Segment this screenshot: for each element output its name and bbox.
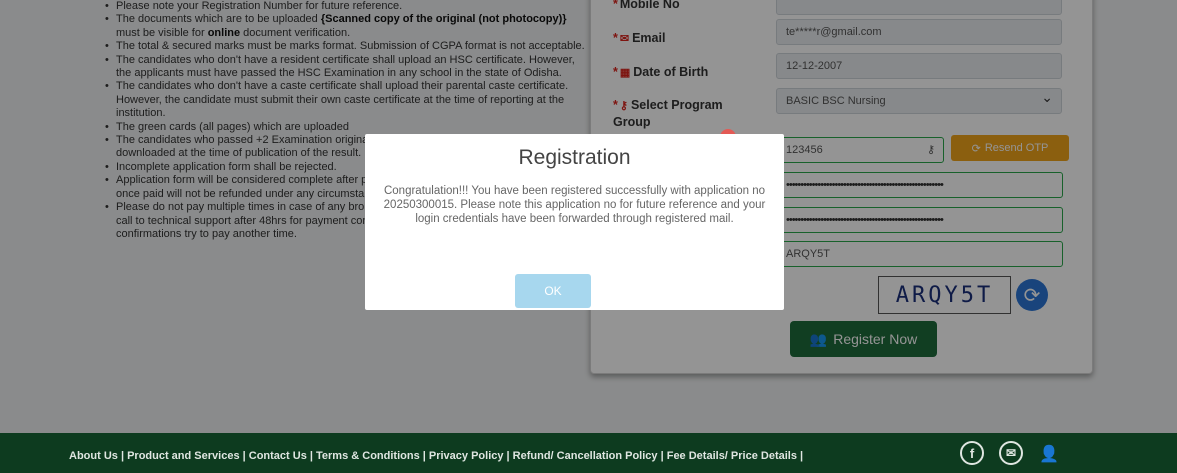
mail-icon[interactable]: ✉ (999, 441, 1023, 465)
footer-links[interactable]: About Us | Product and Services | Contac… (69, 450, 803, 462)
facebook-icon[interactable]: f (960, 441, 984, 465)
dialog-title: Registration (518, 146, 631, 169)
ok-button[interactable]: OK (515, 274, 591, 308)
user-icon[interactable]: 👤 (1039, 444, 1059, 464)
registration-success-dialog: Registration Congratulation!!! You have … (365, 134, 784, 310)
footer: About Us | Product and Services | Contac… (0, 433, 1177, 473)
dialog-message: Congratulation!!! You have been register… (383, 185, 766, 226)
